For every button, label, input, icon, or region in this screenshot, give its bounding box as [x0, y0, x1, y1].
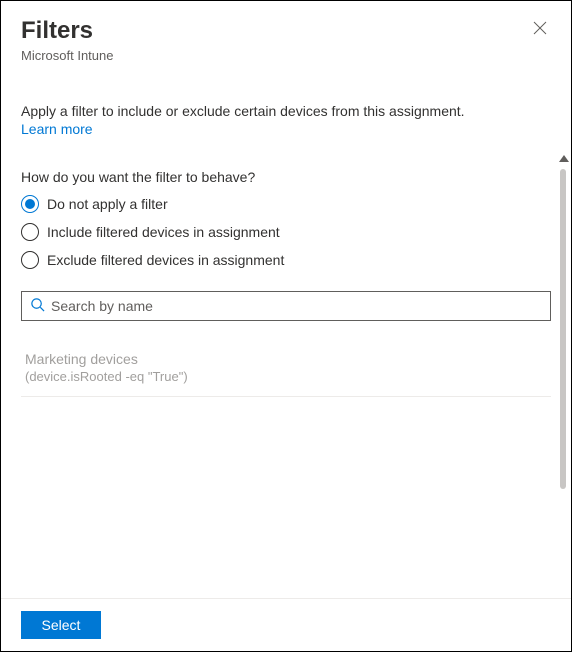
filter-item-name: Marketing devices [25, 351, 547, 367]
filter-mode-radio-group: Do not apply a filter Include filtered d… [21, 195, 551, 269]
header-text: Filters Microsoft Intune [21, 17, 114, 63]
radio-icon [21, 195, 39, 213]
radio-label: Do not apply a filter [47, 196, 168, 212]
filter-list-item[interactable]: Marketing devices (device.isRooted -eq "… [21, 341, 551, 397]
panel-footer: Select [1, 598, 571, 651]
radio-option-do-not-apply[interactable]: Do not apply a filter [21, 195, 551, 213]
radio-option-include[interactable]: Include filtered devices in assignment [21, 223, 551, 241]
radio-label: Exclude filtered devices in assignment [47, 252, 284, 268]
panel-header: Filters Microsoft Intune [1, 1, 571, 71]
panel-subtitle: Microsoft Intune [21, 48, 114, 63]
radio-icon [21, 251, 39, 269]
radio-option-exclude[interactable]: Exclude filtered devices in assignment [21, 251, 551, 269]
scroll-area[interactable]: How do you want the filter to behave? Do… [1, 161, 571, 593]
radio-label: Include filtered devices in assignment [47, 224, 280, 240]
search-icon [30, 297, 45, 315]
learn-more-link[interactable]: Learn more [21, 121, 93, 137]
close-icon [533, 22, 547, 39]
select-button[interactable]: Select [21, 611, 101, 639]
scrollbar-thumb[interactable] [560, 169, 566, 489]
scroll-up-icon[interactable] [559, 155, 569, 162]
filter-list: Marketing devices (device.isRooted -eq "… [21, 341, 551, 397]
radio-icon [21, 223, 39, 241]
behavior-question: How do you want the filter to behave? [21, 169, 551, 185]
close-button[interactable] [529, 17, 551, 42]
search-box[interactable] [21, 291, 551, 321]
filter-item-rule: (device.isRooted -eq "True") [25, 369, 547, 384]
search-input[interactable] [51, 298, 542, 314]
panel-title: Filters [21, 17, 114, 46]
description-block: Apply a filter to include or exclude cer… [1, 103, 571, 137]
description-text: Apply a filter to include or exclude cer… [21, 103, 551, 119]
